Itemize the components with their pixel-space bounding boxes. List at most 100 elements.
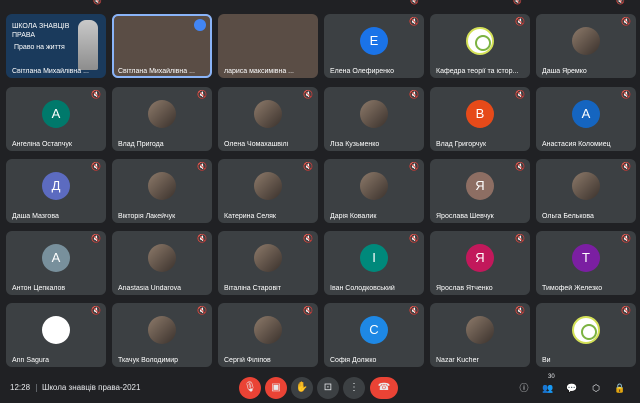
- mic-off-icon: 🔇: [621, 306, 631, 315]
- mic-off-button[interactable]: 🎙: [239, 377, 261, 399]
- avatar-photo: [42, 316, 70, 344]
- mic-off-icon: 🔇: [515, 306, 525, 315]
- more-vert-icon: ⋮: [349, 382, 359, 393]
- participant-tile[interactable]: Світлана Михайлівна ...: [112, 14, 212, 78]
- lock-icon[interactable]: 🔒: [613, 381, 627, 395]
- logo-avatar: [572, 316, 600, 344]
- mic-off-icon: 🔇: [410, 0, 419, 5]
- participant-name: Тимофей Железко: [542, 285, 603, 292]
- participant-count: 30: [548, 374, 555, 380]
- participant-tile[interactable]: 🔇 Ви: [536, 303, 636, 367]
- logo-avatar: [466, 27, 494, 55]
- participant-name: Софія Должко: [330, 357, 377, 364]
- mic-off-icon: 🔇: [621, 90, 631, 99]
- participant-name: Антон Цепкалов: [12, 285, 66, 292]
- participant-name: Іван Солодковський: [330, 285, 395, 292]
- mic-off-icon: 🔇: [197, 162, 207, 171]
- mic-off-icon: 🔇: [197, 306, 207, 315]
- participant-name: Nazar Kucher: [436, 357, 479, 364]
- participant-name: Ви: [542, 357, 551, 364]
- avatar-photo: [148, 244, 176, 272]
- participant-tile[interactable]: Т 🔇 Тимофей Железко: [536, 231, 636, 295]
- participant-grid: ШКОЛА ЗНАВЦІВ ПРАВА Право на життя Світлана…: [6, 14, 636, 370]
- mic-off-icon: 🔇: [303, 306, 313, 315]
- participant-tile[interactable]: А 🔇 Антон Цепкалов: [6, 231, 106, 295]
- participant-tile[interactable]: 🔇 Ліза Кузьменко: [324, 87, 424, 151]
- avatar-initial: А: [42, 100, 70, 128]
- speaking-indicator-icon: [194, 19, 206, 31]
- mic-off-icon: 🔇: [93, 0, 102, 5]
- participant-tile[interactable]: 🔇 Даша Яремко: [536, 14, 636, 78]
- participant-tile[interactable]: 🔇 Дарія Ковалик: [324, 159, 424, 223]
- mic-off-icon: 🔇: [91, 234, 101, 243]
- participant-tile[interactable]: 🔇 Кафедра теорії та істор...: [430, 14, 530, 78]
- more-options-button[interactable]: ⋮: [343, 377, 365, 399]
- top-strip: 🔇 🔇 🔇 🔇: [0, 0, 640, 6]
- info-icon[interactable]: ⓘ: [517, 381, 531, 395]
- participant-name: Віталіна Старовіт: [224, 285, 281, 292]
- participant-tile[interactable]: 🔇 Вікторія Лакейчук: [112, 159, 212, 223]
- present-button[interactable]: ⊡: [317, 377, 339, 399]
- participant-tile[interactable]: 🔇 Сергій Філіпов: [218, 303, 318, 367]
- participant-tile[interactable]: А 🔇 Ангеліна Остапчук: [6, 87, 106, 151]
- participant-name: Ткачук Володимир: [118, 357, 178, 364]
- camera-off-icon: ▣: [271, 382, 281, 393]
- participant-tile[interactable]: 🔇 Ткачук Володимир: [112, 303, 212, 367]
- avatar-initial: С: [360, 316, 388, 344]
- avatar-photo: [148, 172, 176, 200]
- mic-off-icon: 🔇: [409, 90, 419, 99]
- avatar-initial: Т: [572, 244, 600, 272]
- participant-tile[interactable]: 🔇 Ann Sagura: [6, 303, 106, 367]
- participant-tile[interactable]: 🔇 Nazar Kucher: [430, 303, 530, 367]
- participant-tile[interactable]: В 🔇 Влад Григорчук: [430, 87, 530, 151]
- mic-off-icon: 🔇: [409, 306, 419, 315]
- mic-off-icon: 🔇: [303, 234, 313, 243]
- end-call-button[interactable]: ☎: [370, 377, 398, 399]
- avatar-photo: [572, 172, 600, 200]
- avatar-initial: І: [360, 244, 388, 272]
- participant-tile[interactable]: 🔇 Влад Пригода: [112, 87, 212, 151]
- participant-tile[interactable]: ШКОЛА ЗНАВЦІВ ПРАВА Право на життя Світлана…: [6, 14, 106, 78]
- mic-off-icon: 🔇: [513, 0, 522, 5]
- raise-hand-icon: ✋: [295, 382, 309, 393]
- mic-off-icon: 🔇: [303, 90, 313, 99]
- participant-name: Ярослав Ятченко: [436, 285, 493, 292]
- raise-hand-button[interactable]: ✋: [291, 377, 313, 399]
- participant-name: Вікторія Лакейчук: [118, 213, 176, 220]
- mic-off-icon: 🔇: [91, 306, 101, 315]
- participant-tile[interactable]: 🔇 Ольга Белькова: [536, 159, 636, 223]
- participant-tile[interactable]: Я 🔇 Ярослава Шевчук: [430, 159, 530, 223]
- participant-tile[interactable]: А 🔇 Анастасия Коломиец: [536, 87, 636, 151]
- participant-tile[interactable]: 🔇 Anastasia Undarova: [112, 231, 212, 295]
- slide-heading: ШКОЛА ЗНАВЦІВ ПРАВА: [12, 23, 70, 39]
- activities-icon[interactable]: ⬡: [589, 381, 603, 395]
- avatar-photo: [466, 316, 494, 344]
- avatar-photo: [254, 316, 282, 344]
- participant-tile[interactable]: Д 🔇 Даша Мазгова: [6, 159, 106, 223]
- avatar-photo: [254, 244, 282, 272]
- mic-off-icon: 🔇: [409, 17, 419, 26]
- people-icon[interactable]: 👥: [541, 381, 555, 395]
- participant-tile[interactable]: 🔇 Катерина Селяк: [218, 159, 318, 223]
- avatar-initial: А: [572, 100, 600, 128]
- present-icon: ⊡: [323, 382, 333, 393]
- participant-name: Anastasia Undarova: [118, 285, 182, 292]
- camera-off-button[interactable]: ▣: [265, 377, 287, 399]
- participant-name: Ольга Белькова: [542, 213, 594, 220]
- participant-tile[interactable]: Я 🔇 Ярослав Ятченко: [430, 231, 530, 295]
- participant-tile[interactable]: Е 🔇 Елена Олефиренко: [324, 14, 424, 78]
- mic-off-icon: 🎙: [243, 382, 257, 393]
- participant-tile[interactable]: 🔇 Віталіна Старовіт: [218, 231, 318, 295]
- chat-icon[interactable]: 💬: [565, 381, 579, 395]
- divider: [36, 384, 37, 392]
- participant-name: Ангеліна Остапчук: [12, 141, 72, 148]
- participant-tile[interactable]: 🔇 Олена Чомахашвілі: [218, 87, 318, 151]
- participant-name: Олена Чомахашвілі: [224, 141, 289, 148]
- mic-off-icon: 🔇: [515, 17, 525, 26]
- participant-tile[interactable]: І 🔇 Іван Солодковський: [324, 231, 424, 295]
- statue-image: [78, 20, 98, 70]
- participant-tile[interactable]: лариса максимівна ...: [218, 14, 318, 78]
- avatar-initial: Д: [42, 172, 70, 200]
- participant-tile[interactable]: С 🔇 Софія Должко: [324, 303, 424, 367]
- avatar-initial: Я: [466, 244, 494, 272]
